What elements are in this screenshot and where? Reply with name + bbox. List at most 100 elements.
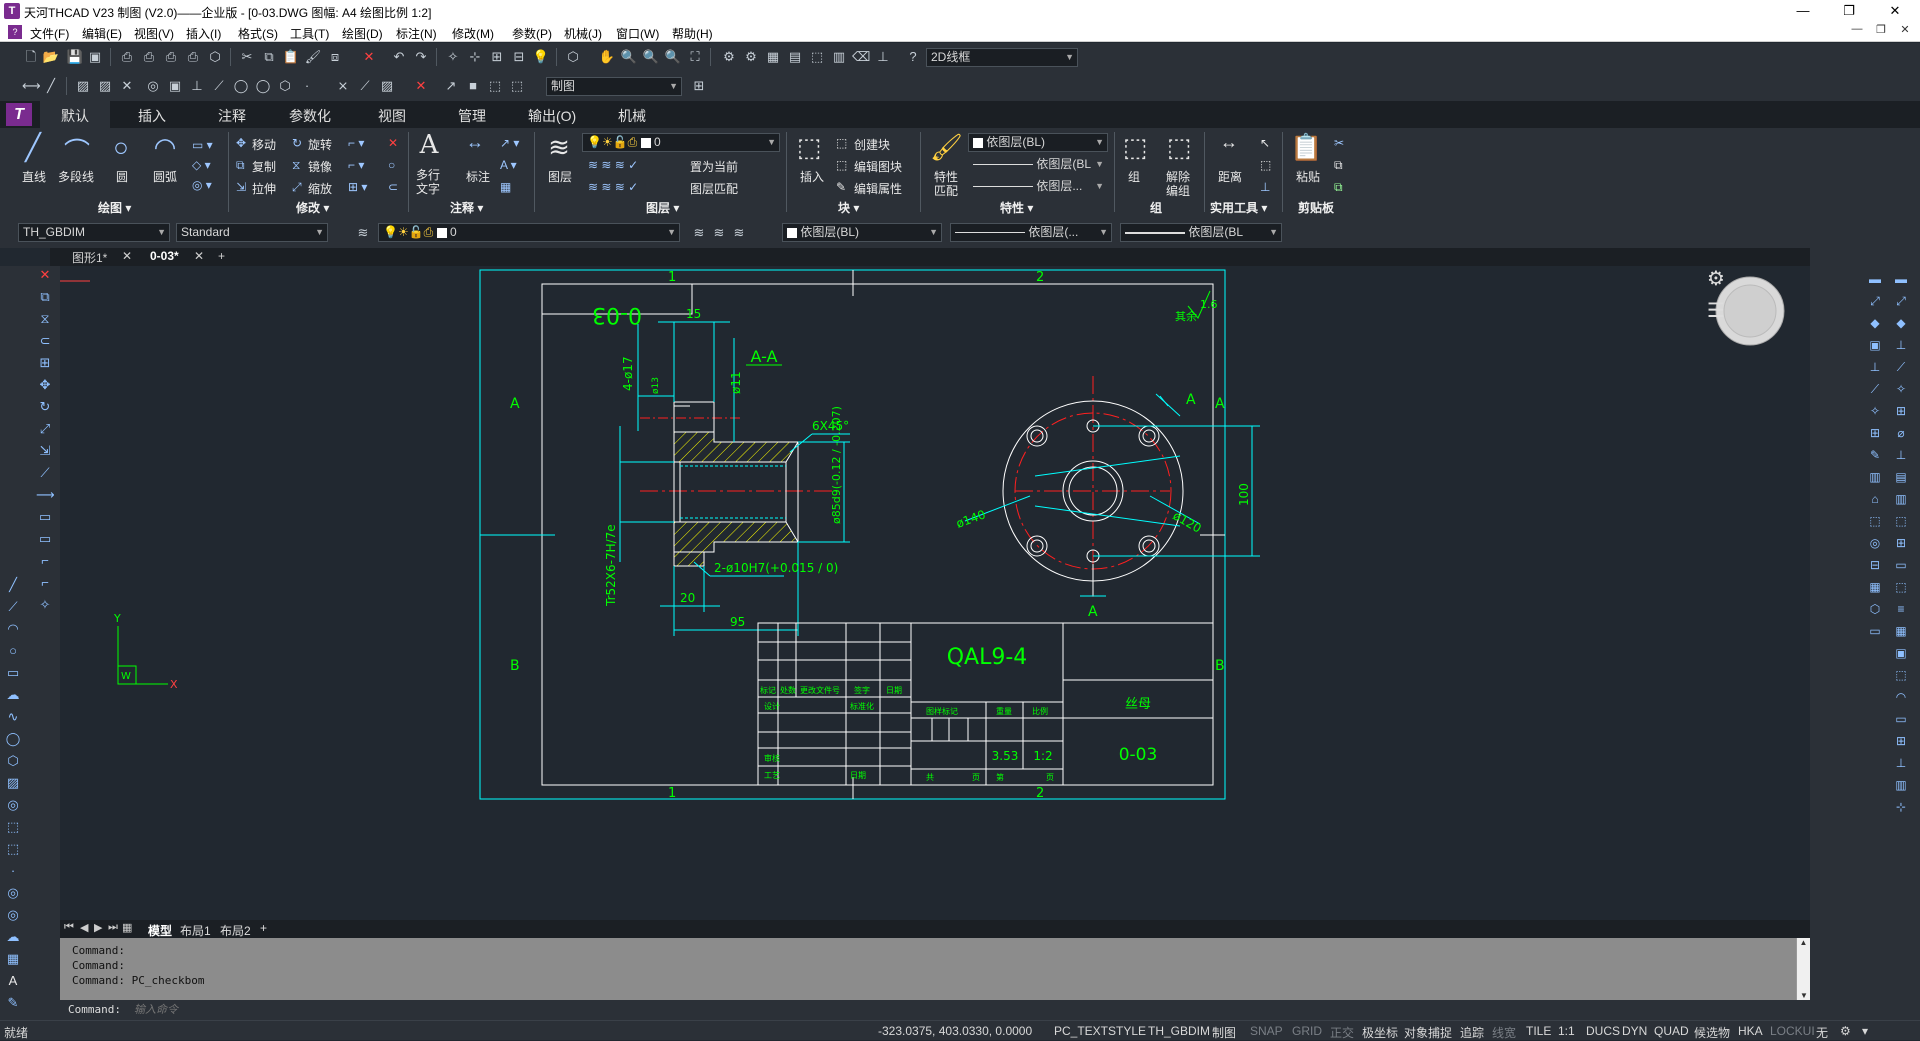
paste-icon[interactable]: 📋: [282, 48, 300, 66]
rt-icon-36[interactable]: ⬚: [1892, 666, 1910, 684]
rt-icon-2[interactable]: ⤢: [1866, 292, 1884, 310]
status-quad[interactable]: QUAD: [1654, 1024, 1689, 1038]
array-left-icon[interactable]: ⊞: [36, 354, 54, 372]
hatch-icon[interactable]: ▨: [74, 77, 92, 95]
frame-icon[interactable]: ■: [464, 77, 482, 95]
line-icon[interactable]: ╱: [18, 132, 48, 163]
gradient-icon[interactable]: ▨: [96, 77, 114, 95]
status-dyn[interactable]: DYN: [1622, 1024, 1647, 1038]
clipboard-group-label[interactable]: 剪贴板: [1298, 199, 1334, 216]
point-icon[interactable]: ·: [298, 77, 316, 95]
cmd-scrollbar[interactable]: ▲ ▼: [1796, 938, 1810, 1000]
layer-tools-icon[interactable]: ≋ ≋ ≋ ✓: [588, 158, 638, 172]
status-lwt[interactable]: 线宽: [1492, 1024, 1516, 1041]
point-left-icon[interactable]: ·: [4, 862, 22, 880]
grid-tool-icon[interactable]: ⊞: [488, 48, 506, 66]
menu-params[interactable]: 参数(P): [512, 25, 552, 42]
tab-view[interactable]: 视图: [378, 106, 406, 126]
doc-restore-button[interactable]: ❐: [1870, 23, 1892, 41]
layer-iso-icon[interactable]: ≋: [710, 224, 728, 242]
menu-draw[interactable]: 绘图(D): [342, 25, 383, 42]
close-button[interactable]: ✕: [1872, 0, 1918, 22]
color-toolbar-select[interactable]: 依图层(BL) ▼: [782, 223, 942, 242]
close-tab-drawing1-icon[interactable]: ✕: [122, 249, 132, 263]
line-label[interactable]: 直线: [22, 168, 46, 185]
snap-tool-icon[interactable]: ✧: [444, 48, 462, 66]
ray-icon[interactable]: ⟷: [22, 77, 41, 95]
break-icon[interactable]: ▨: [378, 77, 396, 95]
status-scale[interactable]: 1:1: [1558, 1024, 1575, 1038]
add-layout-button[interactable]: +: [260, 921, 267, 935]
mtext-label-2[interactable]: 文字: [416, 180, 440, 197]
tab-output[interactable]: 输出(O): [528, 106, 576, 126]
text-left-icon[interactable]: A: [4, 972, 22, 990]
tab-insert[interactable]: 插入: [138, 106, 166, 126]
tab-layout2[interactable]: 布局2: [220, 922, 251, 939]
3d-icon[interactable]: ⬡: [206, 48, 224, 66]
arc-icon[interactable]: ◠: [150, 132, 180, 163]
line-left-icon[interactable]: ╱: [4, 576, 22, 594]
view-settings-icon[interactable]: ⚙: [1702, 266, 1730, 294]
edit-left-icon[interactable]: ✎: [4, 994, 22, 1012]
eraser-icon[interactable]: ⌫: [852, 48, 870, 66]
region-left-icon[interactable]: ◎: [4, 796, 22, 814]
rt-icon-12[interactable]: ⬚: [1866, 512, 1884, 530]
modify-group-label[interactable]: 修改 ▾: [296, 199, 329, 216]
design-center-icon[interactable]: ⚙: [742, 48, 760, 66]
layer-manager-icon[interactable]: ≋: [354, 224, 372, 242]
revcloud-left-icon[interactable]: ☁: [4, 686, 22, 704]
select-icon[interactable]: ↖: [1260, 136, 1270, 150]
mirror-left-icon[interactable]: ⧖: [36, 310, 54, 328]
status-none[interactable]: 无: [1816, 1024, 1828, 1041]
doc-tab-drawing1[interactable]: 图形1*: [72, 249, 107, 266]
rt-icon-4[interactable]: ▣: [1866, 336, 1884, 354]
edit-block-icon[interactable]: ⬚: [836, 158, 847, 172]
calc-icon[interactable]: ▥: [830, 48, 848, 66]
tab-layout1[interactable]: 布局1: [180, 922, 211, 939]
status-lockui[interactable]: LOCKUI: [1770, 1024, 1815, 1038]
stretch-icon[interactable]: ⇲: [236, 180, 246, 194]
paste-label[interactable]: 粘贴: [1296, 168, 1320, 185]
edit-attr-icon[interactable]: ✎: [836, 180, 846, 194]
xline-left-icon[interactable]: ⟋: [4, 598, 22, 616]
table-icon[interactable]: ▦: [500, 180, 511, 194]
join-left-icon[interactable]: ▭: [36, 530, 54, 548]
rt-icon-38[interactable]: ▭: [1892, 710, 1910, 728]
cube-icon[interactable]: ⬡: [564, 48, 582, 66]
rt-icon-5[interactable]: ⊥: [1866, 358, 1884, 376]
doc-minimize-button[interactable]: —: [1846, 23, 1868, 41]
rt-icon-1[interactable]: ▬: [1866, 270, 1884, 288]
zoom-realtime-icon[interactable]: 🔍: [620, 48, 638, 66]
group-label[interactable]: 组: [1128, 168, 1140, 185]
ungroup-icon[interactable]: ⬚: [1164, 132, 1194, 163]
polyline-icon[interactable]: ⌒: [62, 132, 92, 169]
status-ortho[interactable]: 正交: [1330, 1024, 1354, 1041]
diag-icon[interactable]: ⟋: [210, 77, 228, 95]
linetype-select[interactable]: 依图层(BL ▼: [968, 155, 1108, 174]
erase-icon[interactable]: ✕: [360, 48, 378, 66]
workspace-settings-icon[interactable]: ⊞: [690, 77, 708, 95]
extend-left-icon[interactable]: ⟶: [36, 486, 55, 504]
status-dimstyle[interactable]: TH_GBDIM: [1148, 1024, 1210, 1038]
rotate-label[interactable]: 旋转: [308, 136, 332, 153]
status-polar[interactable]: 极坐标: [1362, 1024, 1398, 1041]
rt-icon-25[interactable]: ⌀: [1892, 424, 1910, 442]
layout-nav-next-icon[interactable]: ▶: [94, 921, 102, 934]
rt-icon-10[interactable]: ▥: [1866, 468, 1884, 486]
rt-icon-31[interactable]: ▭: [1892, 556, 1910, 574]
plot-icon[interactable]: ⎙: [162, 48, 180, 66]
array-icon[interactable]: ⊞ ▾: [348, 180, 367, 194]
rt-icon-41[interactable]: ▥: [1892, 776, 1910, 794]
menu-window[interactable]: 窗口(W): [616, 25, 659, 42]
border-icon[interactable]: ⬚: [508, 77, 526, 95]
polygon-icon[interactable]: ⬡: [276, 77, 294, 95]
linetype-toolbar-select[interactable]: 依图层(... ▼: [950, 223, 1112, 242]
lineweight-toolbar-select[interactable]: 依图层(BL ▼: [1120, 223, 1282, 242]
command-input[interactable]: [134, 1001, 1034, 1018]
match-label-2[interactable]: 匹配: [934, 182, 958, 199]
scroll-down-icon[interactable]: ▼: [1797, 991, 1811, 1000]
utilities-group-label[interactable]: 实用工具 ▾: [1210, 199, 1267, 216]
rt-icon-3[interactable]: ◆: [1866, 314, 1884, 332]
layer-select[interactable]: 💡☀🔓⎙ 0 ▼: [582, 133, 780, 152]
layer-off-icon[interactable]: ≋: [730, 224, 748, 242]
